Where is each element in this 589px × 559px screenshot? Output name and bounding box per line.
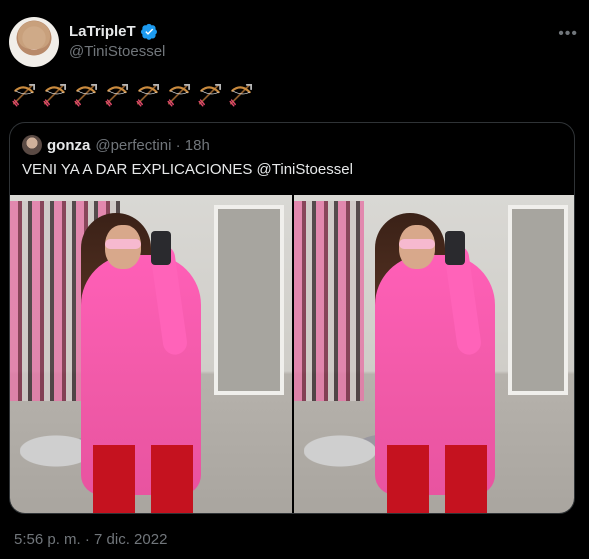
quoted-media[interactable] xyxy=(10,195,574,513)
quoted-tweet-text: VENI YA A DAR EXPLICACIONES @TiniStoesse… xyxy=(22,161,353,178)
bow-and-arrow-emoji-icon xyxy=(166,82,192,113)
photo-1[interactable] xyxy=(10,195,292,513)
more-options-icon[interactable]: ••• xyxy=(558,25,578,43)
tweet-header: LaTripleT @TiniStoessel ••• xyxy=(9,17,580,69)
quoted-tweet-header: gonza @perfectini · 18h xyxy=(22,135,210,155)
handle[interactable]: @TiniStoessel xyxy=(69,43,165,60)
bow-and-arrow-emoji-icon xyxy=(135,82,161,113)
tweet-timestamp[interactable]: 5:56 p. m. · 7 dic. 2022 xyxy=(14,531,167,548)
bow-and-arrow-emoji-icon xyxy=(228,82,254,113)
verified-badge-icon xyxy=(140,23,157,40)
avatar[interactable] xyxy=(9,17,59,67)
quoted-avatar[interactable] xyxy=(22,135,42,155)
photo-2[interactable] xyxy=(294,195,574,513)
bow-and-arrow-emoji-icon xyxy=(11,82,37,113)
tweet-text xyxy=(11,82,254,113)
author-info[interactable]: LaTripleT @TiniStoessel xyxy=(69,23,165,60)
display-name[interactable]: LaTripleT xyxy=(69,23,136,40)
bow-and-arrow-emoji-icon xyxy=(42,82,68,113)
bow-and-arrow-emoji-icon xyxy=(73,82,99,113)
quoted-tweet[interactable]: gonza @perfectini · 18h VENI YA A DAR EX… xyxy=(9,122,575,514)
quoted-display-name[interactable]: gonza xyxy=(47,137,90,154)
bow-and-arrow-emoji-icon xyxy=(197,82,223,113)
quoted-handle-time: @perfectini · 18h xyxy=(95,136,210,154)
bow-and-arrow-emoji-icon xyxy=(104,82,130,113)
